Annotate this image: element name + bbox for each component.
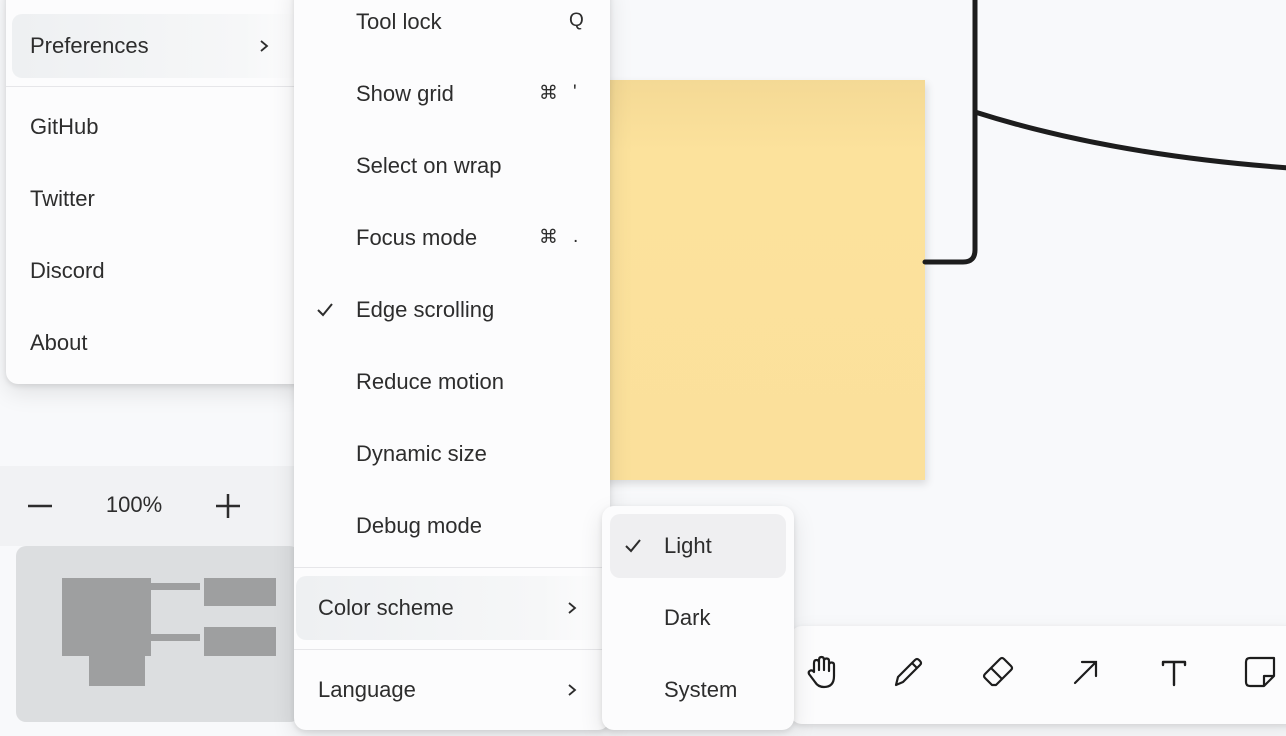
menu-item-dark[interactable]: Dark [602, 586, 794, 650]
menu-item-label: Dynamic size [356, 441, 487, 466]
check-icon [625, 539, 641, 553]
arrow-icon[interactable] [1064, 650, 1108, 694]
menu-item-label: About [30, 330, 88, 355]
chevron-right-icon [260, 40, 269, 52]
menu-item-dynamic-size[interactable]: Dynamic size [294, 422, 610, 486]
menu-item-twitter[interactable]: Twitter [6, 167, 306, 231]
menu-item-language[interactable]: Language [294, 658, 610, 722]
preferences-menu: Tool lock Q Show grid ⌘ ' Select on wrap… [294, 0, 610, 730]
menu-item-reduce-motion[interactable]: Reduce motion [294, 350, 610, 414]
menu-item-label: Discord [30, 258, 105, 283]
connector-curve [972, 109, 1286, 171]
pencil-icon[interactable] [886, 650, 930, 694]
menu-item-label: Light [664, 533, 712, 558]
menu-item-label: Tool lock [356, 9, 442, 34]
note-icon[interactable] [1238, 650, 1282, 694]
chevron-right-icon [568, 684, 577, 696]
menu-item-label: Preferences [30, 33, 149, 58]
menu-item-label: Show grid [356, 81, 454, 106]
menu-item-preferences[interactable]: Preferences [6, 14, 306, 78]
bottom-toolbar [790, 626, 1286, 724]
menu-item-show-grid[interactable]: Show grid ⌘ ' [294, 62, 610, 126]
minus-icon[interactable] [20, 486, 60, 526]
menu-item-edge-scrolling[interactable]: Edge scrolling [294, 278, 610, 342]
main-menu: Preferences GitHub Twitter Discord About [6, 0, 306, 384]
menu-item-label: Reduce motion [356, 369, 504, 394]
menu-item-label: Color scheme [318, 595, 454, 620]
command-icon: ⌘ [539, 83, 558, 104]
eraser-icon[interactable] [976, 650, 1020, 694]
minimap-shapes [62, 578, 276, 686]
plus-icon[interactable] [208, 486, 248, 526]
menu-item-label: GitHub [30, 114, 99, 139]
menu-item-label: Edge scrolling [356, 297, 495, 322]
menu-item-label: Select on wrap [356, 153, 502, 178]
divider [294, 567, 610, 568]
shortcut-key: . [573, 226, 579, 247]
connector-vertical [922, 0, 978, 265]
shortcut-key: Q [569, 10, 584, 31]
chevron-right-icon [568, 602, 577, 614]
menu-item-label: Twitter [30, 186, 95, 211]
zoom-level[interactable]: 100% [90, 492, 178, 518]
menu-item-label: Dark [664, 605, 711, 630]
divider [294, 649, 610, 650]
menu-item-debug-mode[interactable]: Debug mode [294, 494, 610, 558]
check-icon [317, 303, 333, 317]
menu-item-discord[interactable]: Discord [6, 239, 306, 303]
menu-item-system[interactable]: System [602, 658, 794, 722]
menu-item-color-scheme[interactable]: Color scheme [294, 576, 610, 640]
divider [6, 86, 306, 87]
color-scheme-menu: Light Dark System [602, 506, 794, 730]
menu-item-light[interactable]: Light [602, 514, 794, 578]
menu-item-focus-mode[interactable]: Focus mode ⌘ . [294, 206, 610, 270]
menu-item-github[interactable]: GitHub [6, 95, 306, 159]
menu-item-select-on-wrap[interactable]: Select on wrap [294, 134, 610, 198]
menu-item-label: System [664, 677, 738, 702]
menu-item-label: Focus mode [356, 225, 478, 250]
command-icon: ⌘ [539, 227, 558, 248]
shortcut-key: ' [573, 82, 577, 103]
hand-icon[interactable] [800, 650, 844, 694]
menu-item-label: Debug mode [356, 513, 482, 538]
menu-item-label: Language [318, 677, 416, 702]
app-root: 100% Preferences GitHub Twitter Discord … [0, 0, 1286, 736]
text-icon[interactable] [1152, 650, 1196, 694]
menu-item-about[interactable]: About [6, 311, 306, 375]
menu-item-tool-lock[interactable]: Tool lock Q [294, 0, 610, 54]
